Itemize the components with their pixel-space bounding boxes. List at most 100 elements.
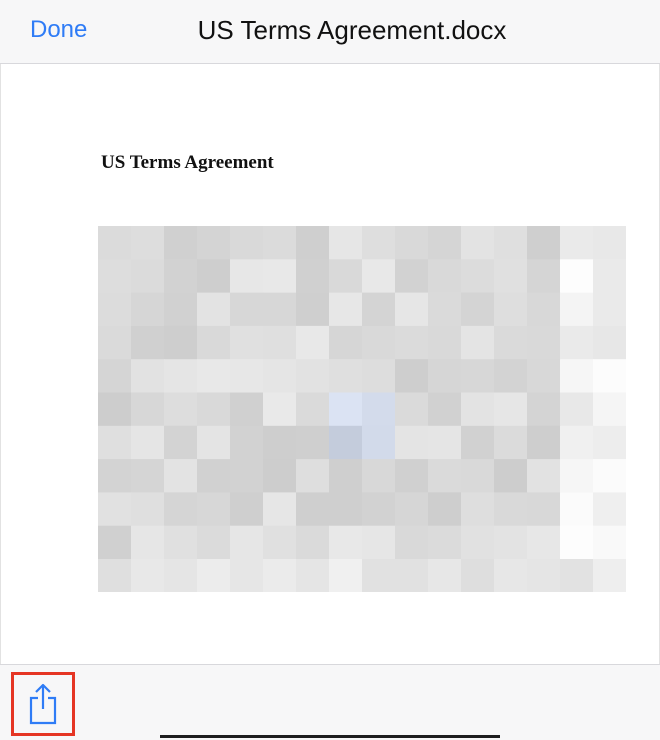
redaction-pixel [560, 259, 594, 294]
redaction-pixel [461, 292, 495, 327]
redaction-pixel [494, 425, 528, 460]
redaction-pixel [428, 392, 462, 427]
redaction-pixel [230, 359, 264, 393]
redaction-pixel [164, 492, 198, 527]
redaction-pixel [395, 425, 429, 460]
redaction-pixel [98, 492, 132, 527]
redaction-pixel [362, 525, 396, 560]
share-button[interactable] [11, 672, 75, 736]
redaction-pixel [230, 459, 264, 493]
redaction-pixel [527, 292, 561, 327]
redaction-pixel [230, 525, 264, 560]
redaction-pixel [494, 325, 528, 360]
redaction-pixel [131, 325, 165, 360]
redaction-pixel [263, 392, 297, 427]
document-heading: US Terms Agreement [101, 152, 274, 173]
redaction-pixel [527, 425, 561, 460]
redaction-pixel [98, 325, 132, 360]
redaction-pixel [164, 459, 198, 493]
redaction-pixel [461, 325, 495, 360]
redaction-pixel [197, 525, 231, 560]
redaction-pixel [296, 226, 330, 260]
redaction-pixel [197, 392, 231, 427]
navigation-bar: Done US Terms Agreement.docx [0, 0, 660, 64]
redaction-pixel [296, 392, 330, 427]
redaction-pixel [296, 359, 330, 393]
share-icon [29, 683, 57, 725]
redaction-pixel [494, 226, 528, 260]
redaction-pixel [593, 525, 626, 560]
redaction-pixel [131, 259, 165, 294]
redaction-pixel [395, 325, 429, 360]
redaction-pixel [527, 459, 561, 493]
redaction-pixel [593, 292, 626, 327]
redaction-pixel [560, 559, 594, 592]
redaction-pixel [197, 292, 231, 327]
redaction-pixel [395, 525, 429, 560]
redaction-pixel [263, 325, 297, 360]
redaction-pixel [494, 492, 528, 527]
redaction-pixel [263, 359, 297, 393]
redaction-pixel [560, 226, 594, 260]
redaction-pixel [428, 226, 462, 260]
redaction-pixel [329, 392, 363, 427]
redaction-pixel [428, 259, 462, 294]
redaction-pixel [428, 325, 462, 360]
redaction-pixel [428, 359, 462, 393]
redaction-pixel [494, 525, 528, 560]
redaction-pixel [329, 425, 363, 460]
redaction-pixel [593, 459, 626, 493]
redaction-pixel [263, 226, 297, 260]
redaction-pixel [296, 459, 330, 493]
redaction-pixel [296, 492, 330, 527]
redaction-pixel [494, 292, 528, 327]
redaction-pixel [560, 459, 594, 493]
redaction-pixel [593, 359, 626, 393]
redaction-pixel [593, 392, 626, 427]
redaction-pixel [131, 425, 165, 460]
redaction-pixel [494, 459, 528, 493]
redaction-pixel [197, 559, 231, 592]
redaction-pixel [164, 392, 198, 427]
redaction-pixel [98, 292, 132, 327]
redaction-pixel [329, 292, 363, 327]
redaction-pixel [329, 359, 363, 393]
redaction-pixel [329, 259, 363, 294]
redaction-pixel [362, 459, 396, 493]
document-preview[interactable]: US Terms Agreement [0, 64, 660, 664]
redaction-pixel [329, 559, 363, 592]
redaction-pixel [164, 325, 198, 360]
redaction-pixel [494, 259, 528, 294]
redaction-pixel [296, 259, 330, 294]
redaction-pixel [428, 525, 462, 560]
redaction-pixel [461, 492, 495, 527]
redaction-pixel [131, 226, 165, 260]
redaction-pixel [98, 359, 132, 393]
redaction-pixel [263, 492, 297, 527]
redaction-pixel [98, 259, 132, 294]
redaction-pixel [461, 226, 495, 260]
redaction-pixel [395, 392, 429, 427]
redaction-pixel [98, 392, 132, 427]
redaction-pixel [362, 425, 396, 460]
redaction-pixel [296, 525, 330, 560]
redaction-pixel [131, 559, 165, 592]
redaction-pixel [362, 325, 396, 360]
redaction-pixel [329, 459, 363, 493]
redaction-pixel [230, 292, 264, 327]
redaction-pixel [527, 325, 561, 360]
redaction-pixel [428, 492, 462, 527]
redaction-pixel [197, 359, 231, 393]
document-title: US Terms Agreement.docx [197, 15, 507, 45]
redaction-pixel [329, 525, 363, 560]
redaction-pixel [362, 559, 396, 592]
redaction-pixel [461, 425, 495, 460]
redaction-pixel [494, 559, 528, 592]
redaction-pixel [461, 359, 495, 393]
redaction-pixel [560, 492, 594, 527]
redaction-pixel [131, 359, 165, 393]
redaction-pixel [527, 259, 561, 294]
redaction-pixel [230, 559, 264, 592]
redaction-pixel [461, 459, 495, 493]
redaction-pixel [329, 325, 363, 360]
